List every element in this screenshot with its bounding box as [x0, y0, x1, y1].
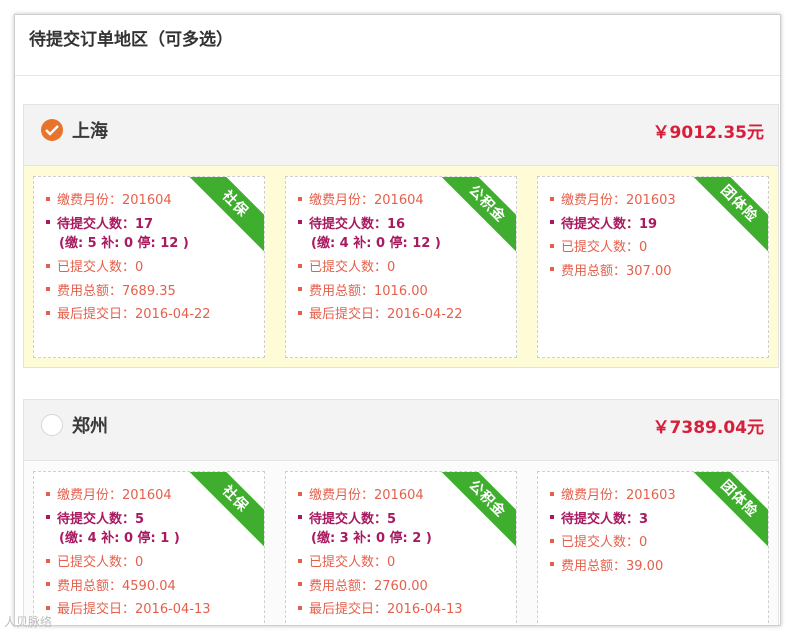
submitted-count: 已提交人数：0 [550, 236, 728, 260]
service-card-group-insurance[interactable]: 团体险 缴费月份：201603 待提交人数：19 已提交人数：0 费用总额：30… [537, 176, 769, 358]
check-circle-icon[interactable] [41, 119, 63, 141]
pending-breakdown: (缴: 4 补: 0 停: 12 ) [311, 236, 441, 251]
pending-breakdown: (缴: 3 补: 0 停: 2 ) [311, 531, 432, 546]
service-cards: 社保 缴费月份：201604 待提交人数：17 (缴: 5 补: 0 停: 12… [24, 166, 778, 367]
region-card-zhengzhou[interactable]: 郑州 ￥7389.04元 社保 缴费月份：201604 待提交人数：5 (缴: … [23, 399, 779, 625]
service-card-housing-fund[interactable]: 公积金 缴费月份：201604 待提交人数：5 (缴: 3 补: 0 停: 2 … [285, 471, 517, 625]
region-total: ￥9012.35元 [652, 123, 764, 143]
pending-breakdown: (缴: 4 补: 0 停: 1 ) [59, 531, 180, 546]
service-card-group-insurance[interactable]: 团体险 缴费月份：201603 待提交人数：3 已提交人数：0 费用总额：39.… [537, 471, 769, 625]
submitted-count: 已提交人数：0 [298, 256, 476, 280]
last-submit-date: 最后提交日：2016-04-13 [298, 598, 476, 622]
fee-total: 费用总额：7689.35 [46, 280, 224, 304]
last-submit-date: 最后提交日：2016-04-22 [46, 303, 224, 327]
watermark-text: 人贝脉络 [4, 615, 53, 629]
pending-count: 待提交人数：16 [298, 213, 476, 237]
fee-total: 费用总额：2760.00 [298, 575, 476, 599]
submitted-count: 已提交人数：0 [550, 531, 728, 555]
service-card-social-insurance[interactable]: 社保 缴费月份：201604 待提交人数：5 (缴: 4 补: 0 停: 1 )… [33, 471, 265, 625]
fee-month: 缴费月份：201604 [46, 484, 224, 508]
fee-month: 缴费月份：201603 [550, 189, 728, 213]
service-cards: 社保 缴费月份：201604 待提交人数：5 (缴: 4 补: 0 停: 1 )… [24, 461, 778, 625]
service-card-housing-fund[interactable]: 公积金 缴费月份：201604 待提交人数：16 (缴: 4 补: 0 停: 1… [285, 176, 517, 358]
unchecked-circle-icon[interactable] [41, 414, 63, 436]
service-card-social-insurance[interactable]: 社保 缴费月份：201604 待提交人数：17 (缴: 5 补: 0 停: 12… [33, 176, 265, 358]
divider [15, 75, 780, 76]
submitted-count: 已提交人数：0 [46, 551, 224, 575]
region-header[interactable]: 上海 ￥9012.35元 [24, 105, 778, 166]
order-region-panel: 待提交订单地区（可多选） 上海 ￥9012.35元 社保 缴费月份：201604… [14, 14, 781, 626]
fee-total: 费用总额：1016.00 [298, 280, 476, 304]
pending-count: 待提交人数：5 [298, 508, 476, 532]
pending-breakdown: (缴: 5 补: 0 停: 12 ) [59, 236, 189, 251]
last-submit-date: 最后提交日：2016-04-13 [46, 598, 224, 622]
fee-month: 缴费月份：201604 [46, 189, 224, 213]
fee-total: 费用总额：39.00 [550, 555, 728, 579]
region-card-shanghai[interactable]: 上海 ￥9012.35元 社保 缴费月份：201604 待提交人数：17 (缴:… [23, 104, 779, 368]
pending-count: 待提交人数：17 [46, 213, 224, 237]
fee-total: 费用总额：4590.04 [46, 575, 224, 599]
pending-count: 待提交人数：5 [46, 508, 224, 532]
fee-month: 缴费月份：201604 [298, 189, 476, 213]
last-submit-date: 最后提交日：2016-04-22 [298, 303, 476, 327]
panel-title: 待提交订单地区（可多选） [29, 30, 233, 50]
region-name: 郑州 [72, 416, 108, 437]
fee-month: 缴费月份：201603 [550, 484, 728, 508]
fee-month: 缴费月份：201604 [298, 484, 476, 508]
submitted-count: 已提交人数：0 [46, 256, 224, 280]
region-header[interactable]: 郑州 ￥7389.04元 [24, 400, 778, 461]
pending-count: 待提交人数：3 [550, 508, 728, 532]
fee-total: 费用总额：307.00 [550, 260, 728, 284]
submitted-count: 已提交人数：0 [298, 551, 476, 575]
region-total: ￥7389.04元 [652, 418, 764, 438]
pending-count: 待提交人数：19 [550, 213, 728, 237]
region-name: 上海 [72, 121, 108, 142]
